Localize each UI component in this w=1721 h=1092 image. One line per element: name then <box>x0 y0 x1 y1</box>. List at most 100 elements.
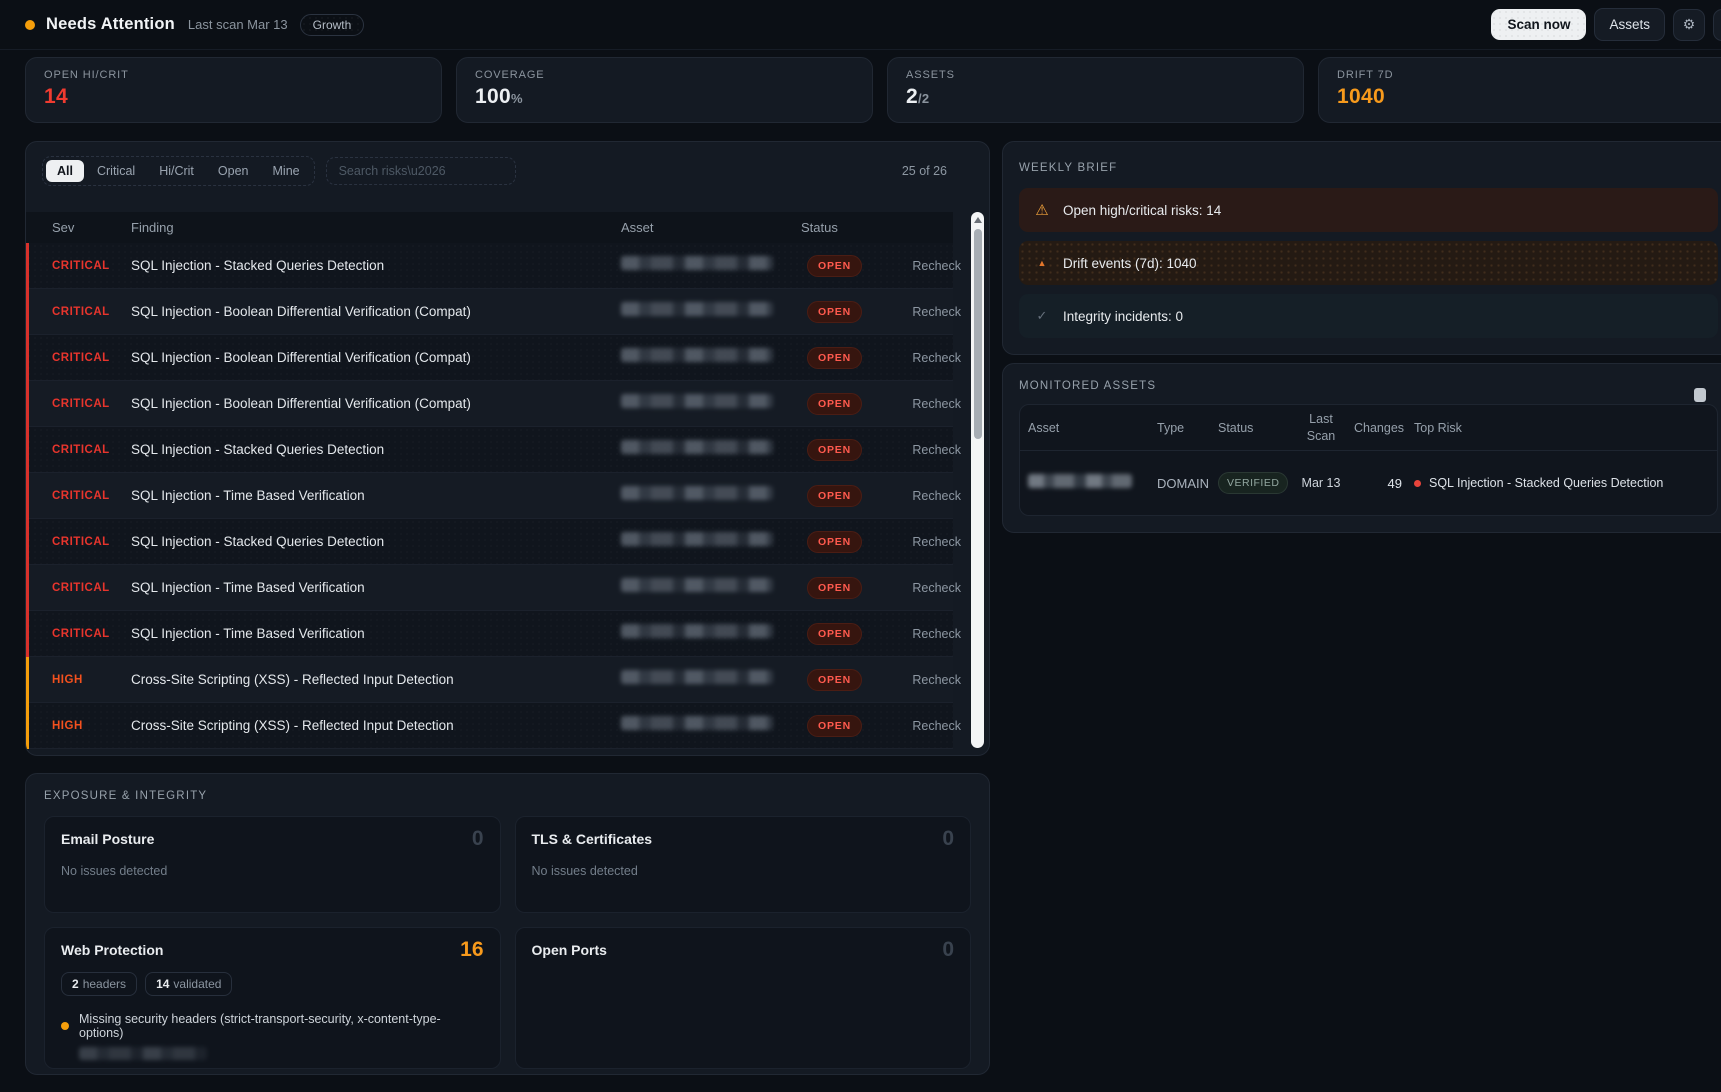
stat-label: DRIFT 7D <box>1337 69 1716 81</box>
stat-value: 14 <box>44 85 423 109</box>
col-type: Type <box>1157 421 1206 435</box>
assets-button[interactable]: Assets <box>1594 8 1665 41</box>
risks-panel: All Critical Hi/Crit Open Mine 25 of 26 <box>25 141 990 756</box>
page: Needs Attention Last scan Mar 13 Growth … <box>0 0 1721 1092</box>
finding-label: SQL Injection - Stacked Queries Detectio… <box>131 442 621 457</box>
table-row[interactable]: CRITICAL SQL Injection - Boolean Differe… <box>26 335 953 381</box>
table-row[interactable]: CRITICAL SQL Injection - Stacked Queries… <box>26 519 953 565</box>
recheck-button[interactable]: Recheck <box>906 305 961 319</box>
recheck-button[interactable]: Recheck <box>906 627 961 641</box>
asset-cell <box>621 302 801 321</box>
verified-badge: VERIFIED <box>1218 472 1288 494</box>
redacted-asset <box>621 716 773 730</box>
scroll-up-arrow-icon[interactable] <box>974 217 982 223</box>
brief-item-text: Drift events (7d): 1040 <box>1063 256 1197 271</box>
asset-type: DOMAIN <box>1157 476 1206 491</box>
stats-row: OPEN HI/CRIT 14 COVERAGE 100% ASSETS 2/2… <box>0 57 1721 123</box>
recheck-button[interactable]: Recheck <box>906 351 961 365</box>
status-badge: OPEN <box>807 715 862 737</box>
monitored-assets-panel: MONITORED ASSETS Asset Type Status Last … <box>1002 363 1721 533</box>
redacted-asset <box>621 256 773 270</box>
recheck-button[interactable]: Recheck <box>906 397 961 411</box>
tls-certificates-card: TLS & Certificates 0 No issues detected <box>515 816 972 913</box>
table-row[interactable]: CRITICAL SQL Injection - Stacked Queries… <box>26 243 953 289</box>
asset-status-cell: VERIFIED <box>1218 472 1288 494</box>
col-top-risk: Top Risk <box>1414 421 1717 435</box>
recheck-button[interactable]: Recheck <box>906 719 961 733</box>
table-row[interactable]: HIGH Cross-Site Scripting (XSS) - Reflec… <box>26 657 953 703</box>
page-title: Needs Attention <box>46 15 175 34</box>
stat-value: 2/2 <box>906 85 1285 109</box>
col-sev: Sev <box>52 220 131 235</box>
filter-tab[interactable]: Critical <box>86 160 146 182</box>
asset-cell <box>621 670 801 689</box>
filter-tab[interactable]: All <box>46 160 84 182</box>
recheck-button[interactable]: Recheck <box>906 259 961 273</box>
table-header: Sev Finding Asset Status <box>26 212 953 243</box>
filter-tab[interactable]: Mine <box>262 160 311 182</box>
finding-label: SQL Injection - Boolean Differential Ver… <box>131 304 621 319</box>
col-finding: Finding <box>131 220 621 235</box>
col-asset: Asset <box>1028 421 1145 435</box>
status-cell: OPEN <box>801 669 906 691</box>
table-row[interactable]: HIGH Cross-Site Scripting (XSS) - Reflec… <box>26 703 953 749</box>
growth-badge: Growth <box>300 14 365 36</box>
weekly-brief-panel: WEEKLY BRIEF ⚠ Open high/critical risks:… <box>1002 141 1721 355</box>
brief-item-text: Integrity incidents: 0 <box>1063 309 1183 324</box>
monitored-asset-row[interactable]: DOMAIN VERIFIED Mar 13 49 SQL Injection … <box>1020 451 1717 515</box>
card-count: 0 <box>472 827 484 851</box>
monitored-assets-title: MONITORED ASSETS <box>1019 380 1718 392</box>
stat-label: ASSETS <box>906 69 1285 81</box>
scrollbar-track[interactable] <box>971 212 984 748</box>
exposure-grid: Email Posture 0 No issues detected TLS &… <box>44 816 971 1069</box>
table-row[interactable]: CRITICAL SQL Injection - Boolean Differe… <box>26 289 953 335</box>
top-risk-text: SQL Injection - Stacked Queries Detectio… <box>1429 476 1663 490</box>
redacted-asset <box>621 302 773 316</box>
recheck-button[interactable]: Recheck <box>906 535 961 549</box>
severity-label: CRITICAL <box>52 398 131 410</box>
table-row[interactable]: CRITICAL SQL Injection - Boolean Differe… <box>26 381 953 427</box>
filter-tab[interactable]: Hi/Crit <box>148 160 205 182</box>
scan-now-button[interactable]: Scan now <box>1491 9 1586 40</box>
stat-value: 1040 <box>1337 85 1716 109</box>
stat-value: 100% <box>475 85 854 109</box>
asset-cell <box>621 532 801 551</box>
redacted-asset <box>621 486 773 500</box>
status-cell: OPEN <box>801 301 906 323</box>
last-scan-label: Last scan Mar 13 <box>188 17 288 32</box>
filter-tabs: All Critical Hi/Crit Open Mine <box>42 156 315 186</box>
headers-badge: 2headers <box>61 972 137 996</box>
card-note: No issues detected <box>61 864 484 878</box>
status-badge: OPEN <box>807 301 862 323</box>
status-badge: OPEN <box>807 347 862 369</box>
status-cell: OPEN <box>801 715 906 737</box>
issue-dot-icon <box>61 1022 69 1030</box>
redacted-asset <box>621 348 773 362</box>
brief-item-text: Open high/critical risks: 14 <box>1063 203 1221 218</box>
recheck-button[interactable]: Recheck <box>906 443 961 457</box>
redacted-asset <box>621 578 773 592</box>
settings-button[interactable]: ⚙ <box>1673 9 1705 41</box>
topbar-actions: Scan now Assets ⚙ <box>1491 8 1721 41</box>
recheck-button[interactable]: Recheck <box>906 489 961 503</box>
more-button-fragment[interactable] <box>1713 9 1721 41</box>
table-row[interactable]: CRITICAL SQL Injection - Time Based Veri… <box>26 565 953 611</box>
issue-row: Missing security headers (strict-transpo… <box>61 1012 484 1040</box>
recheck-button[interactable]: Recheck <box>906 581 961 595</box>
status-cell: OPEN <box>801 347 906 369</box>
filter-tab[interactable]: Open <box>207 160 260 182</box>
scrollbar-thumb[interactable] <box>974 229 982 439</box>
table-row[interactable]: CRITICAL SQL Injection - Stacked Queries… <box>26 427 953 473</box>
search-input[interactable] <box>326 157 516 185</box>
severity-label: CRITICAL <box>52 260 131 272</box>
status-badge: OPEN <box>807 577 862 599</box>
severity-label: CRITICAL <box>52 306 131 318</box>
last-scan-value: Mar 13 <box>1300 475 1342 491</box>
card-title: Web Protection <box>61 942 484 958</box>
table-row[interactable]: CRITICAL SQL Injection - Time Based Veri… <box>26 473 953 519</box>
finding-label: SQL Injection - Boolean Differential Ver… <box>131 350 621 365</box>
status-cell: OPEN <box>801 577 906 599</box>
table-row[interactable]: CRITICAL SQL Injection - Time Based Veri… <box>26 611 953 657</box>
panel-action-fragment-icon[interactable] <box>1694 388 1706 402</box>
recheck-button[interactable]: Recheck <box>906 673 961 687</box>
